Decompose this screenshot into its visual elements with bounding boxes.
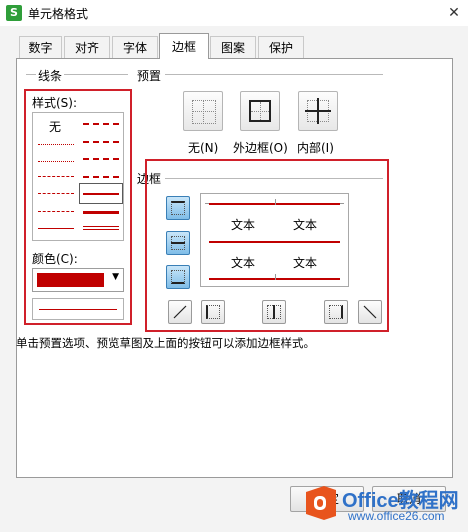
office-logo-icon — [306, 486, 336, 520]
wps-app-icon: S — [6, 5, 22, 21]
line-group-title: 线条 — [36, 67, 65, 84]
preset-none-button[interactable] — [183, 91, 223, 131]
line-settings-highlight — [24, 89, 132, 325]
window-title: 单元格格式 — [28, 7, 89, 21]
presets-separator — [165, 74, 383, 75]
preset-inside-label: 内部(I) — [297, 141, 334, 155]
preset-none-label: 无(N) — [188, 141, 219, 155]
tab-alignment[interactable]: 对齐 — [64, 36, 110, 58]
preset-none-icon — [192, 100, 216, 124]
preset-outline-label: 外边框(O) — [233, 141, 288, 155]
tab-number[interactable]: 数字 — [19, 36, 62, 58]
tab-border[interactable]: 边框 — [159, 33, 209, 59]
hint-text: 单击预置选项、预览草图及上面的按钮可以添加边框样式。 — [16, 336, 315, 350]
preset-inside-button[interactable] — [298, 91, 338, 131]
title-bar: S 单元格格式 ✕ — [0, 0, 468, 27]
office-tutorial-watermark: Office教程网 www.office26.com — [302, 482, 462, 528]
border-settings-highlight — [145, 159, 389, 332]
tab-protection[interactable]: 保护 — [258, 36, 304, 58]
preset-outline-button[interactable] — [240, 91, 280, 131]
close-icon[interactable]: ✕ — [446, 5, 462, 21]
tab-pattern[interactable]: 图案 — [210, 36, 256, 58]
presets-group-title: 预置 — [137, 67, 162, 84]
tab-font[interactable]: 字体 — [112, 36, 158, 58]
watermark-url: www.office26.com — [348, 509, 445, 523]
